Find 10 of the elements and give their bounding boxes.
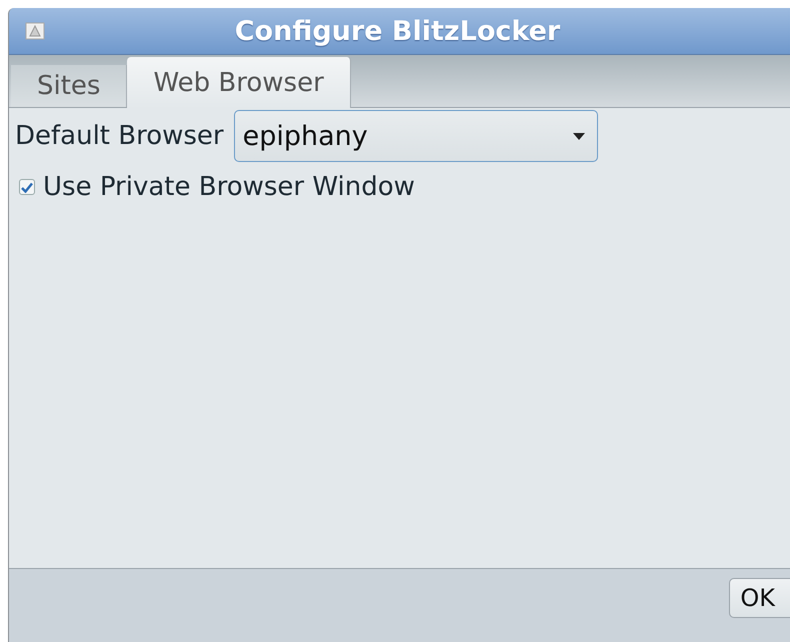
checkbox-label: Use Private Browser Window — [43, 172, 415, 202]
field-label: Default Browser — [15, 121, 224, 151]
browser-dropdown[interactable]: epiphany — [234, 110, 598, 162]
app-icon — [25, 22, 45, 40]
checkbox[interactable] — [19, 179, 35, 195]
tab[interactable]: Sites — [11, 65, 128, 107]
caret-icon — [572, 132, 585, 140]
window-title: Configure BlitzLocker — [234, 16, 562, 46]
tab[interactable]: Web Browser — [127, 57, 351, 108]
ok-button[interactable]: OK — [729, 578, 790, 618]
